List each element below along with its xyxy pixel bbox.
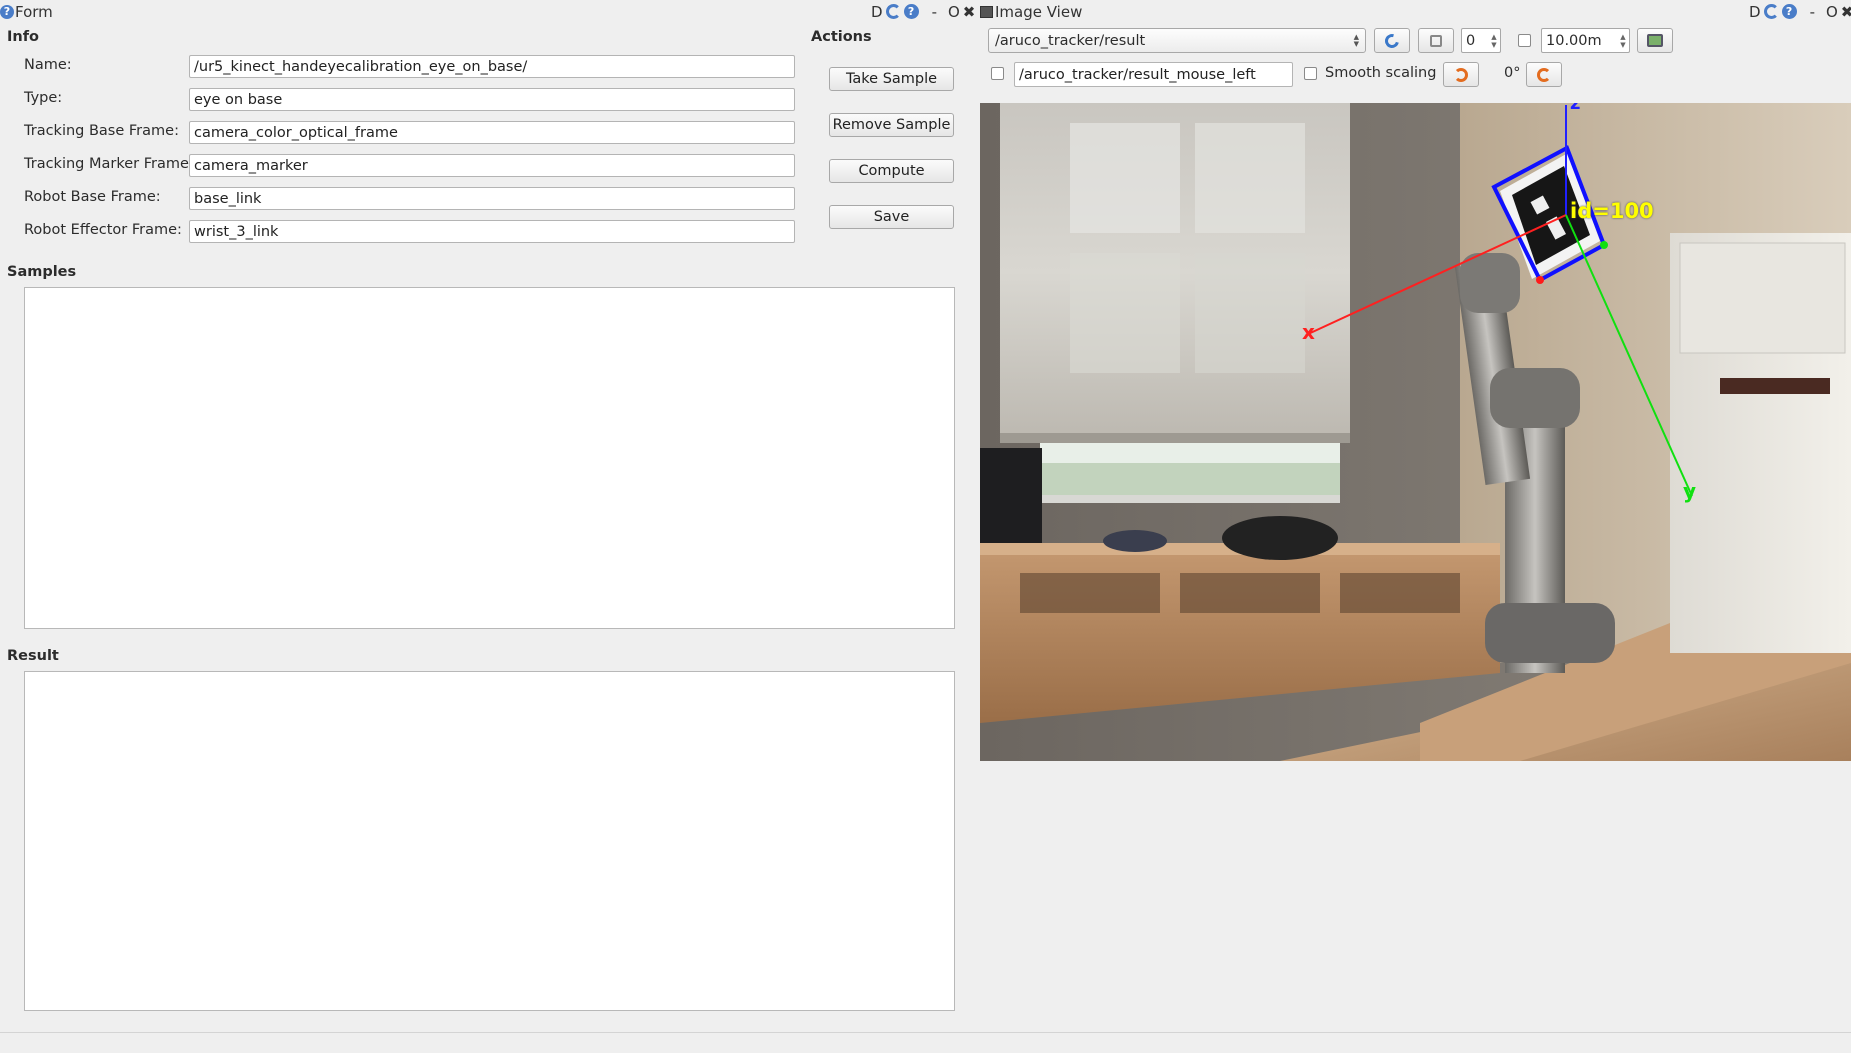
refresh-icon bbox=[1382, 30, 1402, 51]
rotate-left-button[interactable] bbox=[1443, 62, 1479, 87]
topic-select[interactable]: /aruco_tracker/result ▲ ▼ bbox=[988, 28, 1366, 53]
robot-effector-frame-field[interactable]: wrist_3_link bbox=[189, 220, 795, 243]
minimize-button[interactable]: - bbox=[932, 3, 937, 21]
samples-heading: Samples bbox=[7, 264, 77, 280]
restore-button[interactable]: O bbox=[1826, 3, 1838, 21]
window-pane bbox=[1195, 123, 1305, 233]
x-axis-label: x bbox=[1302, 320, 1315, 344]
dock-button[interactable]: D bbox=[1749, 3, 1761, 21]
tracking-marker-frame-label: Tracking Marker Frame: bbox=[24, 156, 194, 172]
rotate-right-icon bbox=[1537, 67, 1551, 82]
samples-list[interactable] bbox=[24, 287, 955, 629]
spin-arrows-icon: ▲ ▼ bbox=[1620, 32, 1626, 49]
mouse-publish-checkbox[interactable] bbox=[991, 67, 1004, 80]
desk-shelf bbox=[1340, 573, 1460, 613]
form-title: Form bbox=[15, 2, 53, 21]
marker-id-label: id=100 bbox=[1570, 199, 1654, 223]
max-range-spinbox[interactable]: 10.00m ▲ ▼ bbox=[1541, 28, 1630, 53]
tracking-marker-frame-field[interactable]: camera_marker bbox=[189, 154, 795, 177]
rotate-left-icon bbox=[1454, 67, 1468, 82]
num-spinbox[interactable]: 0 ▲ ▼ bbox=[1461, 28, 1501, 53]
marker-corner-dot bbox=[1600, 241, 1608, 249]
save-image-icon bbox=[1647, 34, 1663, 47]
take-sample-button[interactable]: Take Sample bbox=[829, 67, 954, 91]
reload-icon[interactable] bbox=[1763, 4, 1779, 19]
name-field[interactable]: /ur5_kinect_handeyecalibration_eye_on_ba… bbox=[189, 55, 795, 78]
smooth-scaling-label: Smooth scaling bbox=[1325, 65, 1437, 81]
help-icon: ? bbox=[0, 4, 14, 19]
help-icon[interactable]: ? bbox=[903, 4, 919, 19]
minimize-button[interactable]: - bbox=[1810, 3, 1815, 21]
name-label: Name: bbox=[24, 57, 72, 73]
save-button[interactable]: Save bbox=[829, 205, 954, 229]
robot-base-frame-label: Robot Base Frame: bbox=[24, 189, 161, 205]
max-range-value: 10.00m bbox=[1546, 32, 1602, 49]
y-axis-label: y bbox=[1683, 479, 1697, 503]
num-spinbox-value: 0 bbox=[1466, 32, 1476, 49]
blind-rail bbox=[1000, 433, 1350, 443]
select-arrows-icon: ▲ ▼ bbox=[1353, 32, 1359, 48]
info-heading: Info bbox=[7, 29, 39, 45]
refresh-topics-button[interactable] bbox=[1374, 28, 1410, 53]
robot-base-frame-field[interactable]: base_link bbox=[189, 187, 795, 210]
form-titlebar: ? Form bbox=[0, 0, 53, 23]
close-button[interactable]: ✖ bbox=[963, 3, 976, 21]
robot-wrist-joint bbox=[1460, 253, 1520, 313]
window-pane bbox=[1195, 253, 1305, 373]
topic-select-value: /aruco_tracker/result bbox=[995, 32, 1146, 49]
window-sill bbox=[1040, 495, 1340, 503]
zoom-icon bbox=[1430, 34, 1442, 47]
zoom-fit-button[interactable] bbox=[1418, 28, 1454, 53]
type-field[interactable]: eye on base bbox=[189, 88, 795, 111]
marker-corner-dot bbox=[1536, 276, 1544, 284]
restore-button[interactable]: O bbox=[948, 3, 960, 21]
reload-icon[interactable] bbox=[885, 4, 901, 19]
camera-image[interactable]: id=100 x y z bbox=[980, 103, 1851, 761]
save-image-button[interactable] bbox=[1637, 28, 1673, 53]
tracking-base-frame-label: Tracking Base Frame: bbox=[24, 123, 179, 139]
ac-panel bbox=[1679, 242, 1846, 354]
help-icon[interactable]: ? bbox=[1781, 4, 1797, 19]
window-pane bbox=[1070, 253, 1180, 373]
image-view-title-controls: D ? - O ✖ bbox=[1749, 0, 1851, 23]
rotation-label: 0° bbox=[1504, 65, 1521, 81]
camera-image-canvas bbox=[980, 103, 1851, 761]
spin-arrows-icon: ▲ ▼ bbox=[1491, 32, 1497, 49]
smooth-scaling-checkbox[interactable] bbox=[1304, 67, 1317, 80]
image-view-titlebar: Image View bbox=[980, 0, 1082, 23]
close-button[interactable]: ✖ bbox=[1841, 3, 1851, 21]
image-view-title: Image View bbox=[995, 2, 1083, 21]
outside-trees bbox=[1040, 463, 1340, 498]
mouse-topic-field[interactable]: /aruco_tracker/result_mouse_left bbox=[1014, 62, 1293, 87]
max-range-checkbox[interactable] bbox=[1518, 34, 1531, 47]
actions-heading: Actions bbox=[811, 29, 872, 45]
monitor bbox=[980, 448, 1042, 543]
compute-button[interactable]: Compute bbox=[829, 159, 954, 183]
tracking-base-frame-field[interactable]: camera_color_optical_frame bbox=[189, 121, 795, 144]
result-text[interactable] bbox=[24, 671, 955, 1011]
bag bbox=[1222, 516, 1338, 560]
window-pane bbox=[1070, 123, 1180, 233]
pillow bbox=[1103, 530, 1167, 552]
result-heading: Result bbox=[7, 648, 59, 664]
form-title-controls: D ? - O ✖ bbox=[871, 0, 975, 23]
ac-display bbox=[1720, 378, 1830, 394]
type-label: Type: bbox=[24, 90, 63, 106]
status-divider bbox=[0, 1032, 1851, 1033]
z-axis-label: z bbox=[1570, 103, 1581, 114]
desk-shelf bbox=[1180, 573, 1320, 613]
image-icon bbox=[980, 5, 993, 18]
rotate-right-button[interactable] bbox=[1526, 62, 1562, 87]
desk-shelf bbox=[1020, 573, 1160, 613]
robot-elbow-joint bbox=[1490, 368, 1580, 428]
dock-button[interactable]: D bbox=[871, 3, 883, 21]
robot-effector-frame-label: Robot Effector Frame: bbox=[24, 222, 182, 238]
robot-base-joint bbox=[1485, 603, 1615, 663]
remove-sample-button[interactable]: Remove Sample bbox=[829, 113, 954, 137]
